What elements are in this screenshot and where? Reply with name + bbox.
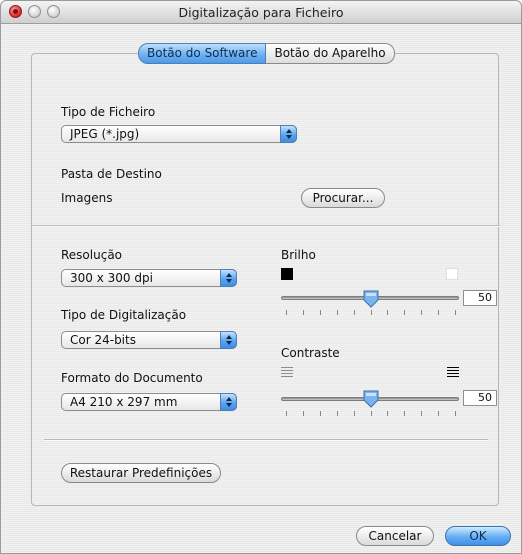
slider-tick	[286, 310, 287, 315]
dialog-window: Digitalização para Ficheiro Botão do Sof…	[0, 0, 522, 554]
slider-tick	[371, 310, 372, 315]
destination-value: Imagens	[61, 191, 113, 205]
contrast-label: Contraste	[281, 346, 340, 360]
slider-tick	[455, 411, 456, 416]
slider-tick	[337, 310, 338, 315]
brightness-ticks	[286, 310, 456, 316]
separator	[44, 439, 488, 441]
file-type-select[interactable]: JPEG (*.jpg)	[61, 125, 297, 143]
slider-tick	[354, 411, 355, 416]
slider-tick	[421, 411, 422, 416]
white-square-icon	[446, 268, 458, 280]
tab-bar: Botão do Software Botão do Aparelho	[138, 43, 395, 64]
destination-label: Pasta de Destino	[61, 167, 162, 181]
scan-type-label: Tipo de Digitalização	[61, 308, 187, 322]
select-arrows-icon	[220, 269, 237, 287]
tab-device-button[interactable]: Botão do Aparelho	[266, 43, 395, 64]
tab-software-button[interactable]: Botão do Software	[138, 43, 267, 64]
high-contrast-lines-icon	[447, 367, 459, 377]
scan-type-select[interactable]: Cor 24-bits	[61, 331, 237, 349]
window-title: Digitalização para Ficheiro	[178, 5, 344, 20]
document-size-label: Formato do Documento	[61, 371, 203, 385]
slider-tick	[455, 310, 456, 315]
resolution-value: 300 x 300 dpi	[70, 271, 153, 285]
black-square-icon	[281, 268, 293, 280]
separator	[32, 225, 500, 227]
scan-type-value: Cor 24-bits	[70, 333, 136, 347]
ok-button[interactable]: OK	[445, 526, 511, 546]
file-type-label: Tipo de Ficheiro	[61, 105, 156, 119]
title-bar[interactable]: Digitalização para Ficheiro	[1, 1, 521, 24]
cancel-button[interactable]: Cancelar	[356, 526, 434, 546]
slider-tick	[438, 411, 439, 416]
settings-panel: Tipo de Ficheiro JPEG (*.jpg) Pasta de D…	[31, 53, 500, 506]
select-arrows-icon	[280, 125, 297, 143]
file-type-value: JPEG (*.jpg)	[70, 127, 140, 141]
slider-tick	[387, 310, 388, 315]
resolution-select[interactable]: 300 x 300 dpi	[61, 269, 237, 287]
slider-tick	[421, 310, 422, 315]
slider-tick	[286, 411, 287, 416]
slider-tick	[303, 310, 304, 315]
slider-tick	[371, 411, 372, 416]
contrast-value-field[interactable]: 50	[463, 390, 497, 406]
slider-tick	[438, 310, 439, 315]
brightness-label: Brilho	[281, 248, 316, 262]
slider-tick	[387, 411, 388, 416]
document-size-value: A4 210 x 297 mm	[70, 395, 178, 409]
slider-tick	[337, 411, 338, 416]
resolution-label: Resolução	[61, 248, 123, 262]
low-contrast-lines-icon	[281, 367, 293, 377]
contrast-ticks	[286, 411, 456, 417]
slider-tick	[320, 310, 321, 315]
slider-tick	[354, 310, 355, 315]
select-arrows-icon	[220, 393, 237, 411]
select-arrows-icon	[220, 331, 237, 349]
slider-tick	[404, 310, 405, 315]
restore-defaults-button[interactable]: Restaurar Predefinições	[61, 463, 221, 483]
brightness-value-field[interactable]: 50	[463, 290, 497, 306]
browse-button[interactable]: Procurar...	[301, 188, 385, 208]
document-size-select[interactable]: A4 210 x 297 mm	[61, 393, 237, 411]
slider-tick	[404, 411, 405, 416]
slider-tick	[320, 411, 321, 416]
slider-tick	[303, 411, 304, 416]
